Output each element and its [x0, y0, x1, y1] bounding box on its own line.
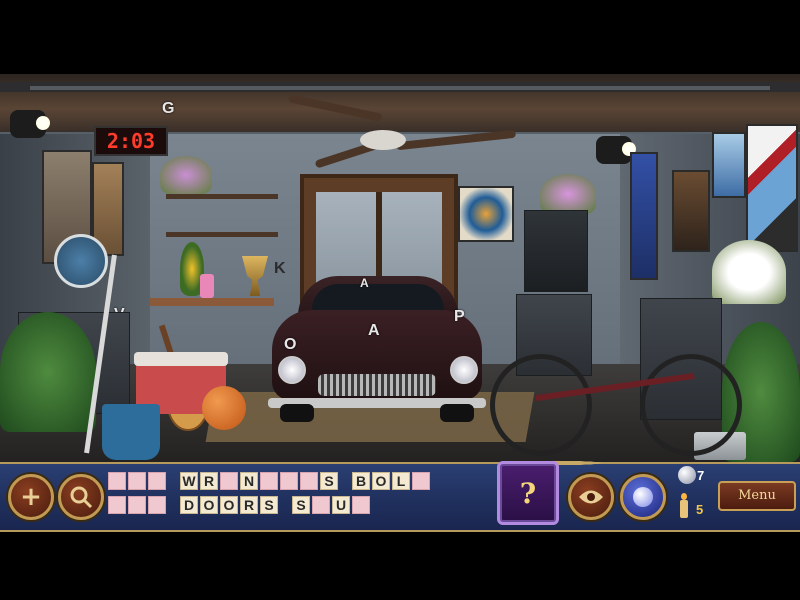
magnifier-icon	[70, 486, 93, 509]
mop-bucket[interactable]	[102, 404, 160, 460]
letter-tile: R	[240, 496, 258, 514]
portrait-painting[interactable]	[672, 170, 710, 252]
crystal-ball-icon	[633, 487, 653, 507]
add-button[interactable]: +	[8, 474, 54, 520]
candle-count: 5	[696, 502, 704, 517]
blank-tile	[220, 472, 238, 490]
blank-tile	[128, 496, 146, 514]
wall-shelf	[166, 194, 278, 199]
flower-basket[interactable]	[540, 174, 596, 214]
scene-letter[interactable]: O	[284, 336, 296, 354]
blank-tile	[312, 496, 330, 514]
letter-tile: N	[240, 472, 258, 490]
wall-shelf	[166, 232, 278, 237]
question-mark-icon: ?	[519, 476, 537, 510]
reveal-button[interactable]	[568, 474, 614, 520]
ceiling-fan-light[interactable]	[360, 130, 406, 150]
letter-tile: R	[200, 472, 218, 490]
letter-tile: U	[332, 496, 350, 514]
white-flower-basket[interactable]	[712, 240, 786, 304]
word-row: WR N SBOL	[108, 472, 430, 490]
blank-tile	[260, 472, 278, 490]
letter-tile: O	[200, 496, 218, 514]
cubist-painting[interactable]	[746, 124, 798, 252]
zoom-button[interactable]	[58, 474, 104, 520]
blue-tapestry[interactable]	[630, 152, 658, 280]
scene-letter[interactable]: P	[454, 308, 465, 326]
basketball[interactable]	[202, 386, 246, 430]
scene-letter[interactable]: A	[360, 276, 369, 290]
letter-tile: L	[392, 472, 410, 490]
word-list: WRNSBOL DOORSSU	[108, 470, 478, 518]
letter-tile: O	[372, 472, 390, 490]
cooler-lid	[134, 352, 228, 366]
eye-icon	[579, 490, 603, 504]
spiral-painting[interactable]	[458, 186, 514, 242]
letter-tile: B	[352, 472, 370, 490]
letter-tile: D	[180, 496, 198, 514]
wooden-table[interactable]	[150, 298, 274, 306]
spotlight-left[interactable]	[10, 110, 50, 138]
potted-plant[interactable]	[0, 312, 96, 432]
scene-letter[interactable]: G	[162, 100, 174, 118]
blank-tile	[128, 472, 146, 490]
blank-tile	[108, 472, 126, 490]
blank-tile	[412, 472, 430, 490]
spotlight-right[interactable]	[596, 136, 636, 164]
display-cabinet[interactable]	[524, 210, 588, 292]
word-row: DOORSSU	[108, 496, 370, 514]
digital-clock[interactable]: 2:03	[94, 126, 168, 156]
blank-tile	[148, 472, 166, 490]
car-wheel	[280, 404, 314, 422]
orb-icon	[678, 466, 696, 484]
car-headlight	[278, 356, 306, 384]
vintage-car[interactable]: O A P A	[268, 270, 486, 422]
blank-tile	[280, 472, 298, 490]
letter-tile: S	[320, 472, 338, 490]
car-grill	[318, 374, 436, 396]
bicycle[interactable]	[490, 344, 742, 456]
car-wheel	[440, 404, 474, 422]
letter-tile: O	[220, 496, 238, 514]
abstract-painting[interactable]	[712, 132, 746, 198]
flower-basket[interactable]	[160, 156, 212, 194]
candle-icon	[680, 493, 688, 518]
word-gap	[168, 472, 178, 490]
hint-button[interactable]: ?	[497, 461, 559, 525]
bicycle-wheel	[490, 354, 592, 456]
desk-fan[interactable]	[54, 234, 108, 288]
spray-bottle[interactable]	[200, 274, 214, 298]
bicycle-wheel	[640, 354, 742, 456]
plus-icon: +	[20, 482, 42, 512]
letter-tile: S	[292, 496, 310, 514]
blank-tile	[352, 496, 370, 514]
garage-scene[interactable]: 2:03 G Z K V M	[0, 74, 800, 462]
blank-tile	[300, 472, 318, 490]
car-headlight	[450, 356, 478, 384]
scene-letter[interactable]: A	[368, 322, 380, 340]
menu-button[interactable]: Menu	[718, 481, 796, 511]
word-gap	[280, 496, 290, 514]
orb-count: 7	[697, 468, 705, 483]
crystal-ball-button[interactable]	[620, 474, 666, 520]
letter-tile: S	[260, 496, 278, 514]
blank-tile	[108, 496, 126, 514]
word-gap	[168, 496, 178, 514]
blank-tile	[148, 496, 166, 514]
game-frame: 2:03 G Z K V M	[0, 0, 800, 600]
letter-tile: W	[180, 472, 198, 490]
garage-door-rail	[30, 86, 770, 90]
word-gap	[340, 472, 350, 490]
ceiling	[0, 74, 800, 132]
